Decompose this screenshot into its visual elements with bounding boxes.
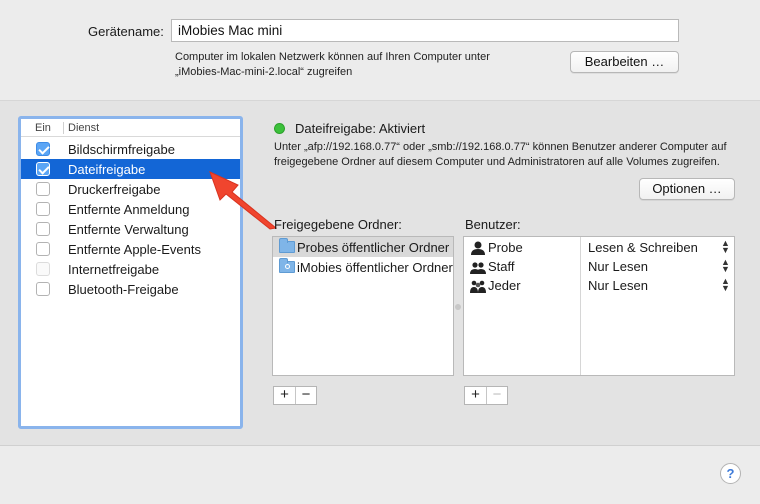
folder-row[interactable]: iMobies öffentlicher Ordner [273, 257, 453, 277]
permission-stepper-icon[interactable]: ▲ ▼ [721, 277, 730, 293]
remove-user-button[interactable]: − [486, 387, 507, 404]
service-label: Bluetooth-Freigabe [68, 282, 179, 297]
service-list-header: Ein Dienst [21, 119, 240, 137]
users-add-remove: + − [464, 386, 508, 405]
status-description: Unter „afp://192.168.0.77“ oder „smb://1… [274, 141, 727, 168]
folder-row[interactable]: Probes öffentlicher Ordner [273, 237, 453, 257]
shared-folder-icon [279, 258, 295, 273]
user-row-jeder[interactable]: Jeder Nur Lesen ▲ ▼ [464, 276, 734, 295]
service-row-internetfreigabe[interactable]: Internetfreigabe [21, 259, 240, 279]
device-name-field[interactable]: iMobies Mac mini [171, 19, 679, 42]
column-separator [63, 122, 64, 134]
folders-add-remove: + − [273, 386, 317, 405]
permission-value[interactable]: Lesen & Schreiben [588, 240, 698, 255]
device-section: Gerätename: iMobies Mac mini Computer im… [0, 0, 760, 100]
split-view-handle[interactable] [455, 304, 461, 310]
permission-value[interactable]: Nur Lesen [588, 278, 648, 293]
service-label: Entfernte Anmeldung [68, 202, 190, 217]
everyone-icon [470, 280, 486, 293]
edit-button[interactable]: Bearbeiten … [570, 51, 679, 73]
footer [0, 446, 760, 504]
help-button[interactable]: ? [720, 463, 741, 484]
shared-folders-label: Freigegebene Ordner: [274, 217, 402, 232]
device-description-line2: „iMobies-Mac-mini-2.local“ zugreifen [175, 66, 353, 78]
service-row-bildschirmfreigabe[interactable]: Bildschirmfreigabe [21, 139, 240, 159]
user-name: Probe [488, 240, 523, 255]
user-name: Staff [488, 259, 515, 274]
single-user-icon [471, 241, 485, 255]
service-list[interactable]: Ein Dienst Bildschirmfreigabe Dateifreig… [18, 116, 243, 429]
permission-stepper-icon[interactable]: ▲ ▼ [721, 258, 730, 274]
add-folder-button[interactable]: + [274, 387, 295, 404]
users-label: Benutzer: [465, 217, 521, 232]
service-label: Entfernte Apple-Events [68, 242, 201, 257]
group-icon [470, 262, 486, 274]
callout-arrow-icon [209, 171, 278, 230]
service-checkbox[interactable] [36, 162, 50, 176]
device-description: Computer im lokalen Netzwerk können auf … [175, 50, 490, 80]
service-checkbox[interactable] [36, 242, 50, 256]
users-list[interactable]: Probe Lesen & Schreiben ▲ ▼ Staff Nur Les… [463, 236, 735, 376]
folder-icon [279, 238, 295, 253]
shared-folders-list[interactable]: Probes öffentlicher Ordner iMobies öffen… [272, 236, 454, 376]
user-row-staff[interactable]: Staff Nur Lesen ▲ ▼ [464, 257, 734, 276]
folder-label: Probes öffentlicher Ordner [297, 240, 450, 255]
service-checkbox[interactable] [36, 202, 50, 216]
service-checkbox[interactable] [36, 182, 50, 196]
service-row-bluetooth-freigabe[interactable]: Bluetooth-Freigabe [21, 279, 240, 299]
service-label: Bildschirmfreigabe [68, 142, 175, 157]
service-checkbox[interactable] [36, 222, 50, 236]
service-label: Dateifreigabe [68, 162, 146, 177]
column-header-on[interactable]: Ein [35, 122, 51, 134]
column-header-service[interactable]: Dienst [68, 122, 99, 134]
service-checkbox[interactable] [36, 262, 50, 276]
device-name-label: Gerätename: [88, 24, 164, 39]
options-button[interactable]: Optionen … [639, 178, 735, 200]
folder-label: iMobies öffentlicher Ordner [297, 260, 453, 275]
user-row-probe[interactable]: Probe Lesen & Schreiben ▲ ▼ [464, 238, 734, 257]
add-user-button[interactable]: + [465, 387, 486, 404]
remove-folder-button[interactable]: − [295, 387, 316, 404]
status-indicator [274, 123, 285, 134]
service-label: Entfernte Verwaltung [68, 222, 189, 237]
service-label: Druckerfreigabe [68, 182, 161, 197]
status-title: Dateifreigabe: Aktiviert [295, 121, 426, 136]
service-row-entfernte-apple-events[interactable]: Entfernte Apple-Events [21, 239, 240, 259]
service-checkbox[interactable] [36, 142, 50, 156]
service-checkbox[interactable] [36, 282, 50, 296]
device-description-line1: Computer im lokalen Netzwerk können auf … [175, 51, 490, 63]
service-label: Internetfreigabe [68, 262, 160, 277]
permission-stepper-icon[interactable]: ▲ ▼ [721, 239, 730, 255]
user-name: Jeder [488, 278, 521, 293]
permission-value[interactable]: Nur Lesen [588, 259, 648, 274]
